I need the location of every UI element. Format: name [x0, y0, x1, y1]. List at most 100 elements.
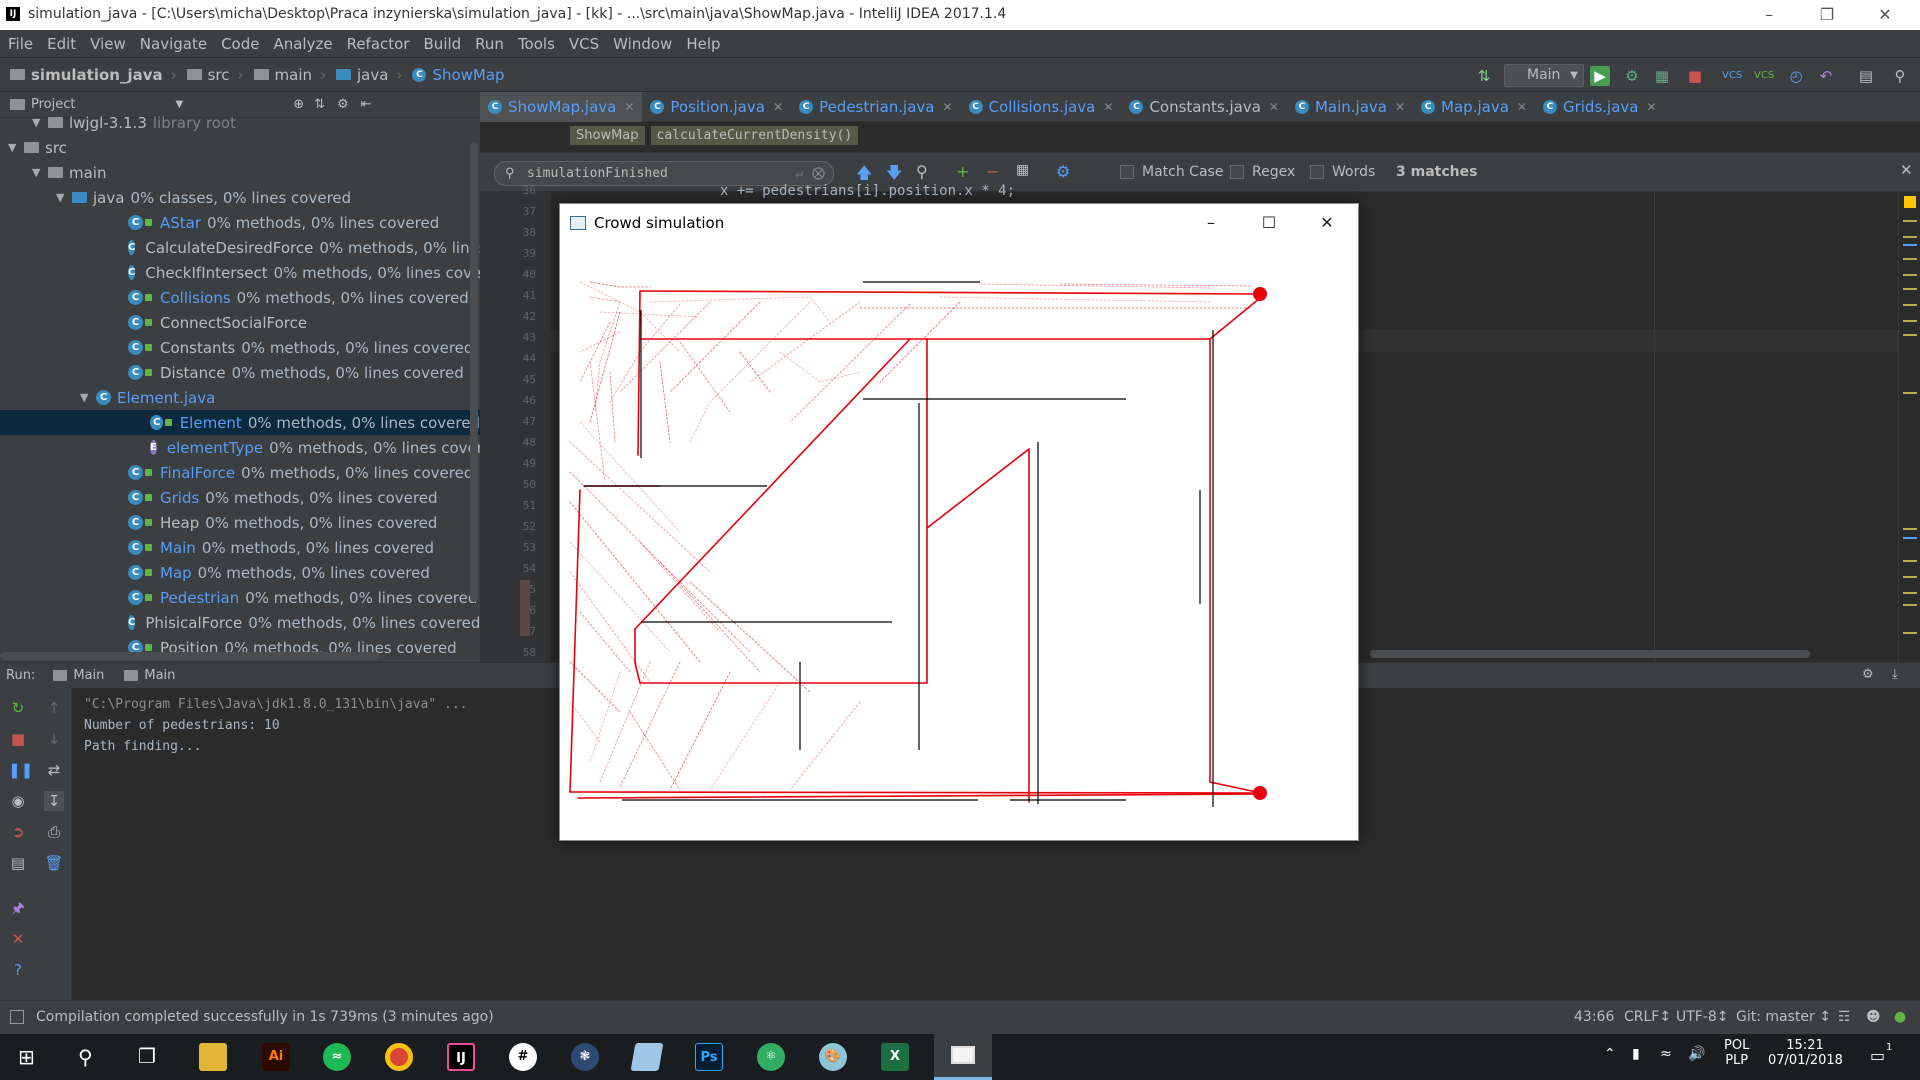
print-icon[interactable]: ⎙ [44, 822, 64, 842]
close-tab-icon[interactable]: ✕ [1103, 100, 1113, 114]
file-explorer-icon[interactable] [199, 1043, 227, 1071]
tab-pedestrian[interactable]: C Pedestrian.java ✕ [791, 92, 960, 122]
crumb-method[interactable]: calculateCurrentDensity() [650, 125, 859, 145]
volume-icon[interactable]: 🔊 [1688, 1046, 1705, 1062]
inspector-icon[interactable]: ☻ [1866, 1009, 1881, 1025]
input-language[interactable]: POL PLP [1724, 1038, 1749, 1068]
close-tab-icon[interactable]: ✕ [1395, 100, 1405, 114]
close-tab-icon[interactable]: ✕ [1517, 100, 1527, 114]
run-config-select[interactable]: Main ▼ [1504, 64, 1584, 87]
git-branch[interactable]: Git: master ↕ [1736, 1009, 1831, 1025]
vcs-update-icon[interactable]: VCS [1722, 66, 1742, 86]
revert-icon[interactable]: ↶ [1816, 66, 1836, 86]
tab-main[interactable]: C Main.java ✕ [1287, 92, 1413, 122]
wifi-icon[interactable]: ≈ [1660, 1046, 1672, 1062]
lock-icon[interactable]: ☶ [1838, 1009, 1851, 1025]
expand-arrow-icon[interactable]: ▼ [32, 166, 48, 179]
active-java-window[interactable] [934, 1034, 992, 1080]
menu-refactor[interactable]: Refactor [347, 35, 410, 53]
clear-icon[interactable]: ⨂ [812, 162, 825, 185]
expand-arrow-icon[interactable]: ▼ [56, 191, 72, 204]
gear-icon[interactable]: ⚙ [1862, 667, 1874, 682]
tree-item[interactable]: C Distance 0% methods, 0% lines covered [0, 360, 480, 385]
build-icon[interactable]: ⇅ [1474, 66, 1494, 86]
line-separator[interactable]: CRLF↕ [1624, 1009, 1671, 1025]
tab-showmap[interactable]: C ShowMap.java ✕ [480, 91, 643, 122]
close-find-icon[interactable]: ✕ [1900, 161, 1913, 179]
tree-item[interactable]: EelementType 0% methods, 0% lines covered [0, 435, 501, 460]
atom-icon[interactable]: ⚛ [757, 1043, 785, 1071]
search-icon[interactable]: ⚲ [78, 1045, 93, 1069]
tab-position[interactable]: C Position.java ✕ [642, 92, 791, 122]
coverage-icon[interactable]: ▦ [1652, 66, 1672, 86]
close-tab-icon[interactable]: ✕ [942, 100, 952, 114]
intellij-icon[interactable]: IJ [447, 1043, 475, 1071]
camera-icon[interactable]: ◉ [8, 791, 28, 811]
tree-item[interactable]: C Pedestrian 0% methods, 0% lines covered [0, 585, 480, 610]
exit-icon[interactable]: ➲ [8, 822, 28, 842]
sim-close-button[interactable]: ✕ [1298, 206, 1356, 240]
tab-collisions[interactable]: C Collisions.java ✕ [961, 92, 1122, 122]
start-icon[interactable]: ⊞ [18, 1046, 40, 1068]
tab-map[interactable]: C Map.java ✕ [1413, 92, 1535, 122]
tab-grids[interactable]: C Grids.java ✕ [1535, 92, 1665, 122]
expand-arrow-icon[interactable]: ▼ [80, 391, 96, 404]
tree-item[interactable]: C ConnectSocialForce [0, 310, 480, 335]
menu-tools[interactable]: Tools [518, 35, 555, 53]
run-icon[interactable]: ▶ [1590, 66, 1610, 86]
tree-item[interactable]: C Element 0% methods, 0% lines covered [0, 410, 480, 435]
crumb-class[interactable]: ShowMap [570, 125, 645, 145]
menu-window[interactable]: Window [613, 35, 672, 53]
close-tab-icon[interactable]: ✕ [1646, 100, 1656, 114]
project-structure-icon[interactable]: ▤ [1856, 66, 1876, 86]
maximize-button[interactable]: ❐ [1798, 0, 1856, 30]
run-tab-main-2[interactable]: Main [124, 668, 175, 683]
history-icon[interactable]: ◴ [1786, 66, 1806, 86]
rerun-icon[interactable]: ↻ [8, 698, 28, 718]
slack-icon[interactable]: # [509, 1043, 537, 1071]
tree-item[interactable]: C FinalForce 0% methods, 0% lines covered [0, 460, 480, 485]
select-all-icon[interactable]: ▦ [1016, 162, 1029, 178]
app-icon[interactable] [630, 1043, 664, 1071]
chevron-down-icon[interactable]: ▼ [175, 99, 183, 110]
search-icon[interactable]: ⚲ [1890, 66, 1910, 86]
tree-item[interactable]: C Collisions 0% methods, 0% lines covered [0, 285, 480, 310]
run-tab-main-1[interactable]: Main [53, 668, 104, 683]
menu-build[interactable]: Build [424, 35, 462, 53]
tree-item[interactable]: C Heap 0% methods, 0% lines covered [0, 510, 480, 535]
scroll-to-end-icon[interactable]: ↧ [44, 791, 64, 811]
close-tab-icon[interactable]: ✕ [1269, 100, 1279, 114]
warning-icon[interactable] [1904, 196, 1916, 208]
remove-selection-icon[interactable]: − [986, 162, 999, 181]
paint-icon[interactable]: 🎨 [819, 1043, 847, 1071]
close-tab-icon[interactable]: ✕ [624, 100, 634, 114]
project-hscrollbar[interactable] [0, 652, 380, 660]
find-all-icon[interactable]: ⚲ [916, 162, 928, 181]
tree-item[interactable]: C Main 0% methods, 0% lines covered [0, 535, 480, 560]
caret-position[interactable]: 43:66 [1574, 1009, 1614, 1025]
help-icon[interactable]: ? [8, 960, 28, 980]
stop-icon[interactable]: ■ [8, 729, 28, 749]
soft-wrap-icon[interactable]: ⇄ [44, 760, 64, 780]
event-log-icon[interactable]: ● [1894, 1009, 1906, 1025]
expand-arrow-icon[interactable]: ▼ [8, 141, 24, 154]
menu-help[interactable]: Help [686, 35, 720, 53]
words-checkbox[interactable]: Words [1310, 164, 1375, 180]
tab-constants[interactable]: C Constants.java ✕ [1121, 92, 1287, 122]
tree-item[interactable]: C CheckIfIntersect 0% methods, 0% lines co… [0, 260, 506, 285]
illustrator-icon[interactable]: Ai [262, 1043, 290, 1071]
tool-windows-icon[interactable] [10, 1010, 24, 1024]
match-case-checkbox[interactable]: Match Case [1120, 164, 1223, 180]
excel-icon[interactable]: X [881, 1043, 909, 1071]
tree-item[interactable]: C PhisicalForce 0% methods, 0% lines cover… [0, 610, 480, 635]
sim-minimize-button[interactable]: – [1182, 206, 1240, 240]
crumb-src[interactable]: src › [186, 66, 244, 84]
crumb-project[interactable]: simulation_java › [10, 66, 177, 84]
pause-icon[interactable]: ❚❚ [8, 760, 33, 780]
expand-arrow-icon[interactable]: ▼ [32, 116, 48, 129]
menu-run[interactable]: Run [475, 35, 504, 53]
battery-icon[interactable]: ▮ [1632, 1046, 1640, 1062]
menu-analyze[interactable]: Analyze [273, 35, 332, 53]
menu-edit[interactable]: Edit [47, 35, 76, 53]
close-button[interactable]: ✕ [1856, 0, 1914, 30]
